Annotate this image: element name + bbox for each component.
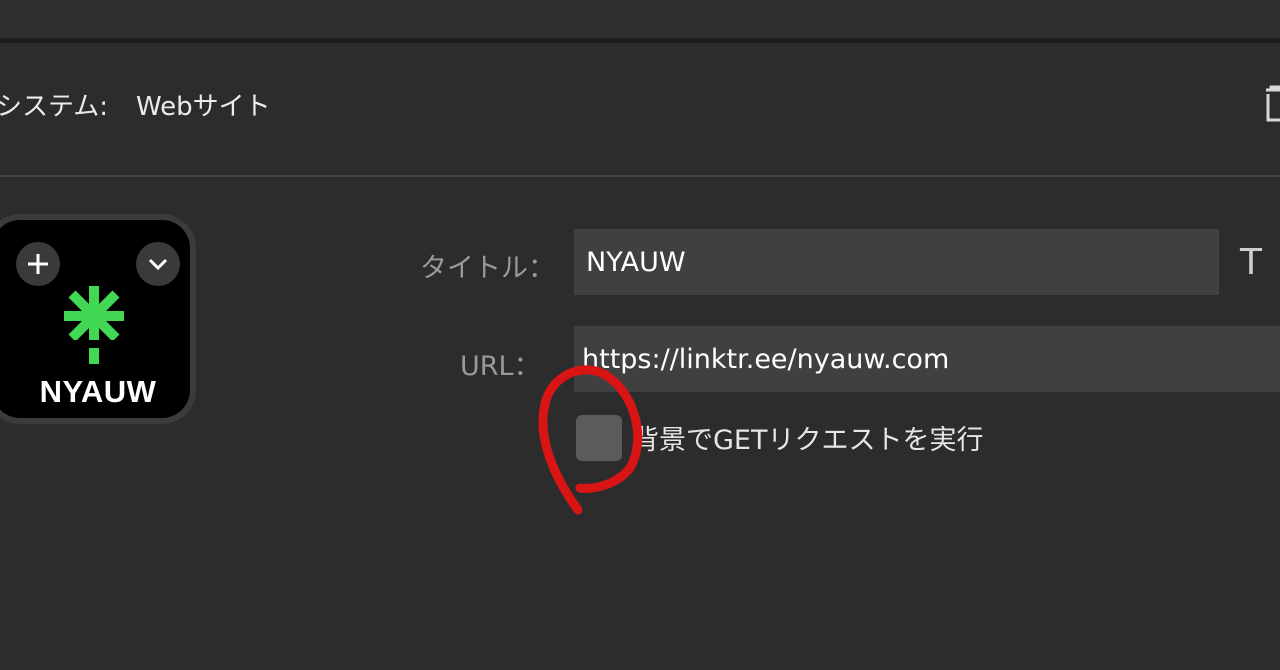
text-style-icon[interactable]: T <box>1240 242 1262 283</box>
trash-icon[interactable] <box>1262 84 1280 124</box>
add-image-button[interactable] <box>16 242 60 286</box>
top-bar <box>0 0 1280 38</box>
plus-icon <box>28 254 48 274</box>
url-input[interactable] <box>574 326 1280 392</box>
url-label: URL： <box>460 351 541 382</box>
system-label: システム: <box>0 92 108 122</box>
action-icon-tile[interactable]: NYAUW <box>0 214 196 424</box>
title-label: タイトル： <box>420 253 555 284</box>
action-icon-preview: NYAUW <box>0 220 190 418</box>
background-get-label: 背景でGETリクエストを実行 <box>632 425 984 456</box>
icon-options-button[interactable] <box>136 242 180 286</box>
background-get-checkbox[interactable] <box>576 415 622 461</box>
section-divider <box>0 175 1280 177</box>
title-input[interactable] <box>574 229 1219 295</box>
tile-title: NYAUW <box>39 374 157 409</box>
system-value: Webサイト <box>136 92 271 122</box>
linktree-logo-icon <box>60 286 128 364</box>
chevron-down-icon <box>148 258 168 271</box>
